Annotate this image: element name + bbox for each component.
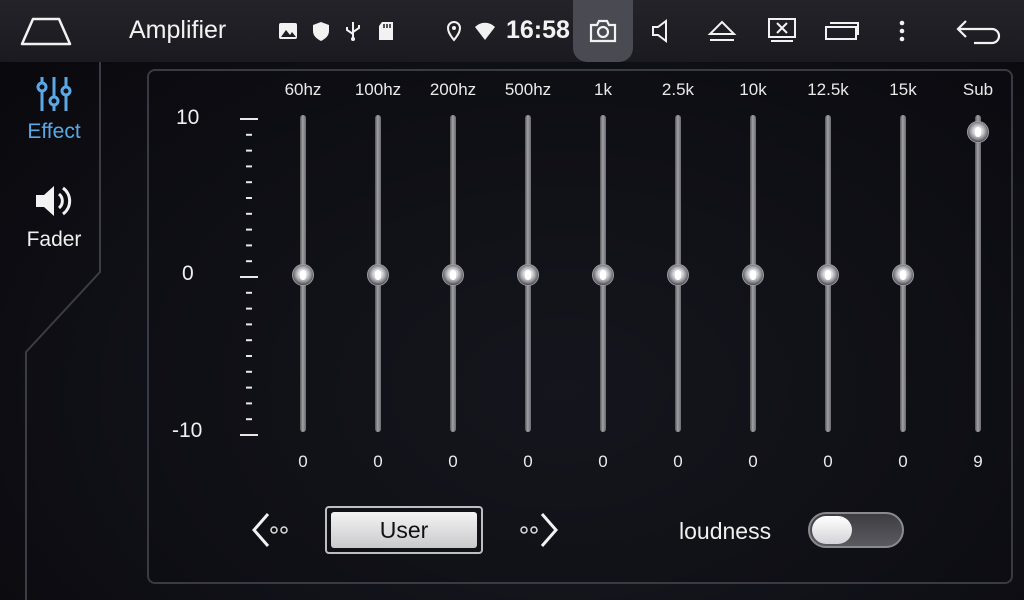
sd-card-icon — [379, 22, 393, 40]
sidebar-item-fader[interactable]: Fader — [0, 180, 108, 252]
image-icon — [279, 23, 297, 39]
band-value: 9 — [973, 452, 983, 471]
band-slider-knob[interactable] — [517, 263, 539, 286]
eq-band-100hz: 100hz 0 — [348, 80, 408, 480]
loudness-label: loudness — [679, 518, 772, 544]
eq-band-1k: 1k 0 — [573, 80, 633, 480]
scale-min-label: -10 — [172, 419, 203, 442]
eq-band-10k: 10k 0 — [723, 80, 783, 480]
band-slider-knob[interactable] — [592, 263, 614, 286]
band-frequency-label: 200hz — [429, 80, 477, 99]
band-frequency-label: 60hz — [284, 80, 322, 99]
band-slider-knob[interactable] — [742, 263, 764, 286]
camera-icon — [589, 19, 617, 43]
scale-max-label: 10 — [176, 106, 200, 129]
scale-mid-label: 0 — [182, 262, 194, 285]
band-frequency-label: Sub — [962, 80, 994, 99]
band-frequency-label: 12.5k — [807, 80, 849, 99]
chevron-right-icon — [520, 513, 558, 547]
wifi-icon — [475, 22, 495, 40]
sidebar-item-label: Fader — [26, 228, 82, 251]
screenshot-button[interactable] — [573, 0, 633, 62]
band-value: 0 — [748, 452, 758, 471]
previous-preset-button[interactable] — [248, 510, 296, 550]
band-slider-knob[interactable] — [667, 263, 689, 286]
eject-button[interactable] — [700, 12, 744, 50]
band-frequency-label: 100hz — [354, 80, 402, 99]
status-bar: Amplifier 16:58 — [0, 0, 1024, 62]
eq-band-12-5k: 12.5k 0 — [798, 80, 858, 480]
clock: 16:58 — [506, 16, 570, 44]
sidebar-item-effect[interactable]: Effect — [0, 74, 108, 144]
back-button[interactable] — [950, 12, 1008, 50]
shield-icon — [313, 22, 329, 41]
location-icon — [446, 21, 462, 42]
back-icon — [956, 20, 1001, 45]
band-slider-knob[interactable] — [967, 120, 989, 143]
toggle-knob — [812, 516, 852, 544]
window-icon — [825, 22, 859, 40]
band-frequency-label: 10k — [739, 80, 767, 99]
eq-band-60hz: 60hz 0 — [273, 80, 333, 480]
next-preset-button[interactable] — [516, 510, 564, 550]
band-slider-knob[interactable] — [817, 263, 839, 286]
band-slider-knob[interactable] — [367, 263, 389, 286]
chevron-left-icon — [252, 513, 288, 547]
band-slider-knob[interactable] — [442, 263, 464, 286]
eq-band-sub: Sub 9 — [948, 80, 1008, 480]
band-value: 0 — [823, 452, 833, 471]
speaker-icon — [36, 186, 72, 216]
sidebar: Effect Fader — [0, 62, 110, 600]
band-frequency-label: 500hz — [504, 80, 552, 99]
band-value: 0 — [898, 452, 908, 471]
band-value: 0 — [448, 452, 458, 471]
more-icon — [899, 20, 905, 42]
screen-off-icon — [768, 18, 796, 42]
volume-icon — [652, 19, 667, 43]
home-button[interactable] — [14, 8, 78, 54]
band-frequency-label: 1k — [594, 80, 612, 99]
preset-button[interactable]: User — [325, 506, 483, 554]
band-frequency-label: 15k — [889, 80, 917, 99]
eq-band-15k: 15k 0 — [873, 80, 933, 480]
home-icon — [20, 17, 72, 46]
equalizer-icon — [36, 77, 72, 111]
app-title: Amplifier — [129, 16, 227, 44]
band-frequency-label: 2.5k — [661, 80, 695, 99]
band-value: 0 — [673, 452, 683, 471]
eq-band-200hz: 200hz 0 — [423, 80, 483, 480]
window-button[interactable] — [820, 12, 864, 50]
band-value: 0 — [298, 452, 308, 471]
more-button[interactable] — [880, 12, 924, 50]
band-value: 0 — [523, 452, 533, 471]
band-value: 0 — [598, 452, 608, 471]
eq-band-500hz: 500hz 0 — [498, 80, 558, 480]
screen-off-button[interactable] — [760, 12, 804, 50]
band-slider-knob[interactable] — [292, 263, 314, 286]
band-value: 0 — [373, 452, 383, 471]
loudness-toggle[interactable] — [808, 512, 904, 548]
eject-icon — [707, 20, 737, 41]
eq-band-2-5k: 2.5k 0 — [648, 80, 708, 480]
preset-label: User — [331, 512, 477, 548]
volume-button[interactable] — [640, 12, 684, 50]
sidebar-item-label: Effect — [27, 120, 81, 143]
db-scale-ruler — [240, 118, 258, 436]
band-slider-track[interactable] — [975, 115, 981, 432]
band-slider-knob[interactable] — [892, 263, 914, 286]
usb-icon — [346, 22, 360, 41]
